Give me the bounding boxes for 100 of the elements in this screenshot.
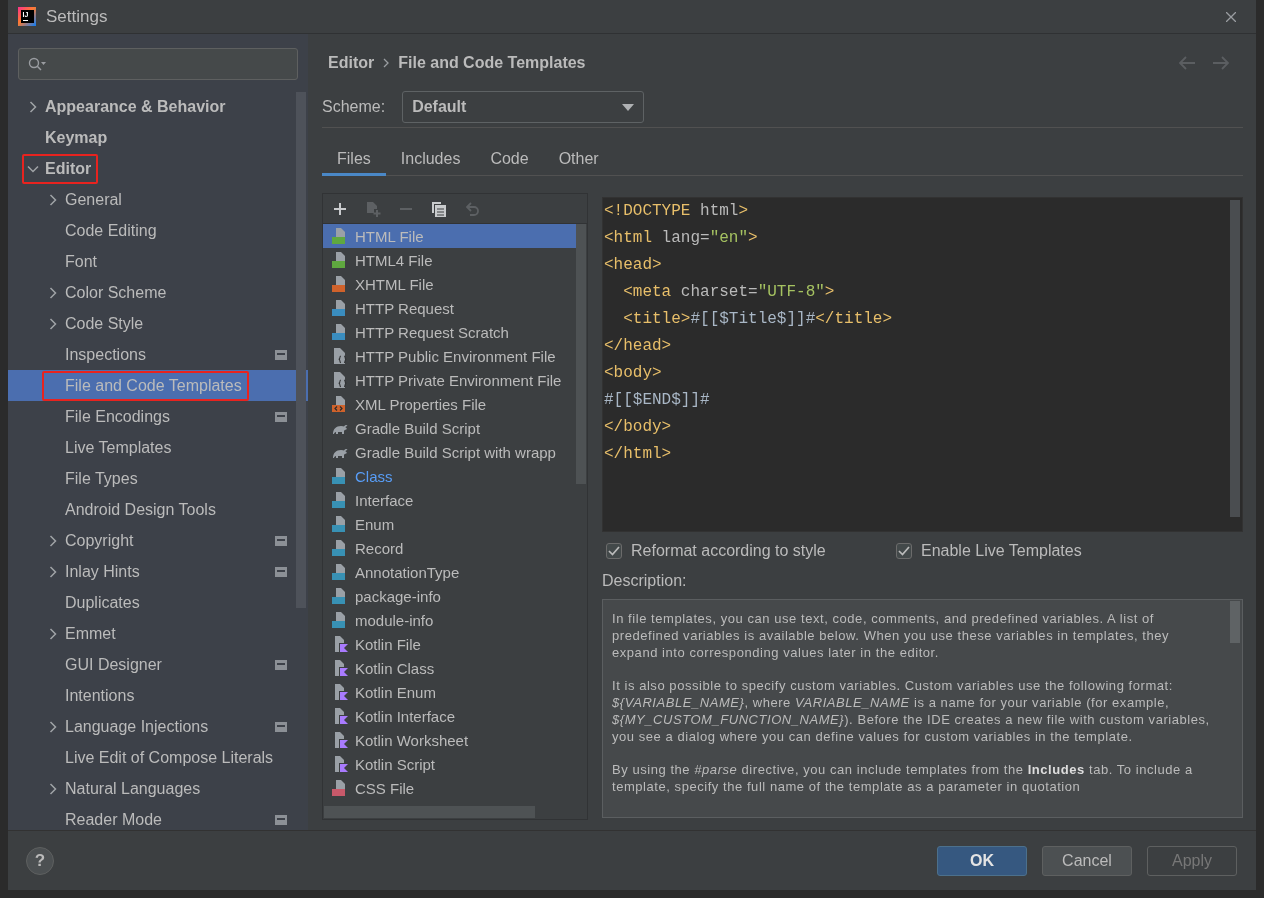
dialog-button[interactable]: OK	[937, 845, 1027, 876]
close-icon[interactable]	[1226, 11, 1236, 22]
template-item[interactable]: Kotlin Worksheet	[323, 728, 576, 752]
description-label: Description:	[602, 571, 688, 591]
tree-item[interactable]: Live Templates	[8, 432, 308, 463]
template-item[interactable]: HTTP Public Environment File	[323, 344, 576, 368]
code-line: <head>	[604, 255, 662, 276]
code-line: <body>	[604, 363, 662, 384]
template-item[interactable]: Kotlin Class	[323, 656, 576, 680]
tree-item[interactable]: Language Injections	[8, 711, 308, 742]
chevron-right-icon[interactable]	[49, 286, 57, 299]
tab[interactable]: Includes	[385, 142, 476, 176]
file-icon	[332, 228, 348, 244]
chevron-right-icon[interactable]	[49, 627, 57, 640]
code-line: <meta charset="UTF-8">	[622, 282, 835, 303]
template-item[interactable]: AnnotationType	[323, 560, 576, 584]
copy-icon[interactable]	[431, 200, 447, 217]
tree-item[interactable]: Duplicates	[8, 587, 308, 618]
template-item[interactable]: Kotlin File	[323, 632, 576, 656]
template-item[interactable]: HTML4 File	[323, 248, 576, 272]
chevron-right-icon[interactable]	[49, 782, 57, 795]
tree-item[interactable]: Intentions	[8, 680, 308, 711]
template-item[interactable]: XML Properties File	[323, 392, 576, 416]
tree-item[interactable]: Emmet	[8, 618, 308, 649]
tree-item[interactable]: Appearance & Behavior	[8, 91, 308, 122]
checkbox-label[interactable]: Reformat according to style	[631, 542, 826, 560]
tree-item[interactable]: Color Scheme	[8, 277, 308, 308]
code-line: <!DOCTYPE html>	[604, 201, 749, 222]
template-item[interactable]: module-info	[323, 608, 576, 632]
template-item[interactable]: Record	[323, 536, 576, 560]
scheme-dropdown[interactable]: Default	[402, 91, 645, 123]
description-text: In file templates, you can use text, code, comments, and predefined variables. A list of predefined variables is available below. When you use these variables in templates, they expand into corresponding values later in the editor.	[612, 611, 1171, 662]
code-line: <title>#[[$Title$]]#</title>	[622, 309, 893, 330]
template-item[interactable]: XHTML File	[323, 272, 576, 296]
file-icon	[332, 636, 348, 652]
breadcrumb-item: File and Code Templates	[398, 54, 586, 72]
tree-item[interactable]: Copyright	[8, 525, 308, 556]
file-icon	[332, 588, 348, 604]
template-item[interactable]: HTTP Request	[323, 296, 576, 320]
tree-item[interactable]: Live Edit of Compose Literals	[8, 742, 308, 773]
scrollbar-thumb[interactable]	[296, 92, 306, 608]
template-item[interactable]: Gradle Build Script	[323, 416, 576, 440]
file-icon	[332, 468, 348, 484]
chevron-right-icon[interactable]	[49, 534, 57, 547]
code-line: <html lang="en">	[604, 228, 758, 249]
chevron-right-icon[interactable]	[49, 193, 57, 206]
scrollbar-thumb[interactable]	[324, 806, 535, 818]
code-editor[interactable]: <!DOCTYPE html> <html lang="en"> <head> <meta charset="UTF-8"> <title>#[[$Title$]]#</title> </head> <body> #[[$END$]]# </body> </html>	[602, 197, 1243, 532]
file-icon	[332, 564, 348, 580]
checkbox-label[interactable]: Enable Live Templates	[921, 542, 1082, 560]
file-icon	[332, 396, 348, 412]
search-icon	[28, 57, 46, 71]
tree-item[interactable]: Inlay Hints	[8, 556, 308, 587]
tab[interactable]: Other	[543, 142, 614, 176]
chevron-right-icon[interactable]	[29, 100, 37, 113]
chevron-right-icon[interactable]	[49, 720, 57, 733]
dialog-button[interactable]: Cancel	[1042, 845, 1132, 876]
tree-item[interactable]: File Encodings	[8, 401, 308, 432]
template-item[interactable]: Enum	[323, 512, 576, 536]
tree-item[interactable]: Inspections	[8, 339, 308, 370]
tree-item[interactable]: Editor	[8, 153, 308, 184]
tab[interactable]: Files	[322, 142, 386, 176]
file-icon	[332, 708, 348, 724]
tree-item[interactable]: Keymap	[8, 122, 308, 153]
scrollbar-thumb[interactable]	[1230, 200, 1240, 517]
template-item[interactable]: Gradle Build Script with wrapp	[323, 440, 576, 464]
file-icon	[332, 780, 348, 796]
tree-item[interactable]: GUI Designer	[8, 649, 308, 680]
template-item[interactable]: Kotlin Script	[323, 752, 576, 776]
search-field[interactable]	[18, 48, 298, 80]
tree-item[interactable]: Natural Languages	[8, 773, 308, 804]
template-item[interactable]: HTTP Private Environment File	[323, 368, 576, 392]
tree-item[interactable]: Android Design Tools	[8, 494, 308, 525]
tree-item[interactable]: File Types	[8, 463, 308, 494]
scrollbar-thumb[interactable]	[576, 224, 586, 484]
template-item[interactable]: package-info	[323, 584, 576, 608]
template-item[interactable]: Kotlin Enum	[323, 680, 576, 704]
tree-item[interactable]: Code Style	[8, 308, 308, 339]
chevron-down-icon[interactable]	[27, 164, 39, 173]
tree-item[interactable]: Code Editing	[8, 215, 308, 246]
file-icon	[332, 372, 348, 388]
template-item[interactable]: Kotlin Interface	[323, 704, 576, 728]
file-icon	[332, 612, 348, 628]
help-button[interactable]: ?	[26, 846, 54, 875]
tree-item[interactable]: Font	[8, 246, 308, 277]
chevron-right-icon[interactable]	[49, 565, 57, 578]
template-item[interactable]: CSS File	[323, 776, 576, 800]
scrollbar-thumb[interactable]	[1230, 601, 1240, 643]
chevron-right-icon[interactable]	[49, 317, 57, 330]
template-item[interactable]: Class	[323, 464, 576, 488]
tree-item[interactable]: Reader Mode	[8, 804, 308, 830]
file-icon	[332, 540, 348, 556]
tree-item[interactable]: General	[8, 184, 308, 215]
plus-icon[interactable]	[332, 200, 348, 217]
checkbox[interactable]	[896, 543, 912, 559]
file-icon	[332, 756, 348, 772]
tab[interactable]: Code	[475, 142, 544, 176]
template-item[interactable]: Interface	[323, 488, 576, 512]
checkbox[interactable]	[606, 543, 622, 559]
template-item[interactable]: HTTP Request Scratch	[323, 320, 576, 344]
